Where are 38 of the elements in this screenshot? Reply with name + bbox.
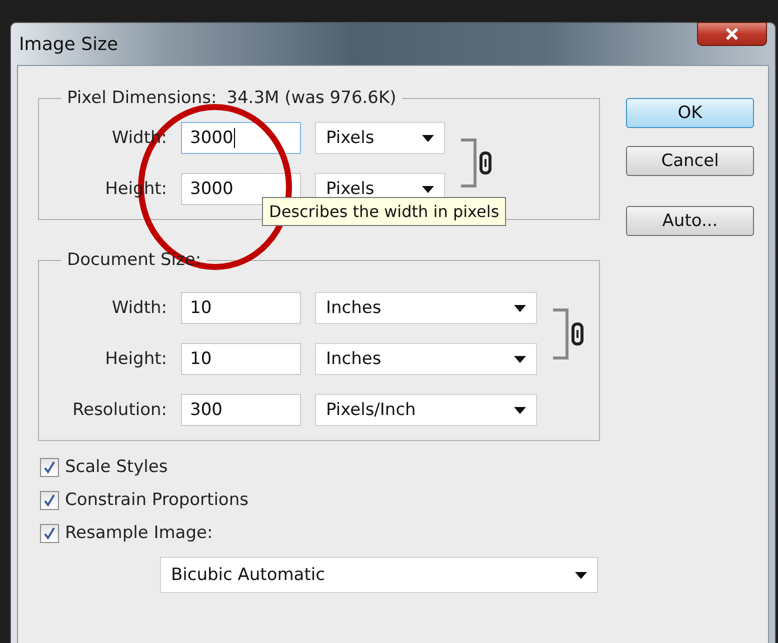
- dropdown-arrow-icon: [422, 134, 434, 142]
- dropdown-arrow-icon: [422, 186, 434, 192]
- checkbox[interactable]: [40, 524, 59, 542]
- close-icon: [725, 28, 739, 40]
- unit-dropdown[interactable]: Inches: [315, 292, 537, 324]
- dropdown-arrow-icon: [514, 304, 526, 312]
- link-bracket-icon: [551, 308, 585, 360]
- field-label: Resolution:: [72, 400, 167, 420]
- checkbox-option[interactable]: Constrain Proportions: [40, 490, 600, 510]
- dropdown-arrow-icon: [514, 406, 526, 414]
- dialog-button[interactable]: Auto...: [626, 206, 754, 236]
- window-title: Image Size: [19, 34, 118, 54]
- unit-dropdown[interactable]: Inches: [315, 343, 537, 375]
- size-summary: 34.3M (was 976.6K): [226, 88, 396, 108]
- group-title: Pixel Dimensions:: [67, 88, 217, 108]
- input-field[interactable]: 10: [181, 292, 301, 324]
- dialog-button[interactable]: OK: [626, 98, 754, 128]
- unit-dropdown[interactable]: Pixels: [315, 122, 445, 154]
- link-bracket-icon: [459, 138, 493, 188]
- field-label: Height:: [105, 349, 167, 369]
- checkbox[interactable]: [40, 458, 59, 476]
- close-button[interactable]: [697, 22, 767, 46]
- checkbox[interactable]: [40, 490, 59, 510]
- dialog-button[interactable]: Cancel: [626, 146, 754, 176]
- input-field[interactable]: 10: [181, 343, 301, 375]
- checkmark-icon: [43, 526, 56, 540]
- checkmark-icon: [43, 460, 56, 474]
- checkbox-option[interactable]: Scale Styles: [40, 457, 600, 477]
- field-label: Width:: [112, 298, 167, 318]
- tooltip: Describes the width in pixels: [262, 197, 506, 226]
- resample-dropdown[interactable]: Bicubic Automatic: [160, 557, 598, 593]
- input-field[interactable]: 3000: [181, 122, 301, 154]
- dropdown-arrow-icon: [514, 356, 526, 362]
- input-field[interactable]: 300: [181, 394, 301, 426]
- checkbox-option[interactable]: Resample Image:: [40, 523, 600, 543]
- unit-dropdown[interactable]: Pixels/Inch: [315, 394, 537, 426]
- checkmark-icon: [43, 494, 56, 506]
- dropdown-arrow-icon: [575, 572, 587, 578]
